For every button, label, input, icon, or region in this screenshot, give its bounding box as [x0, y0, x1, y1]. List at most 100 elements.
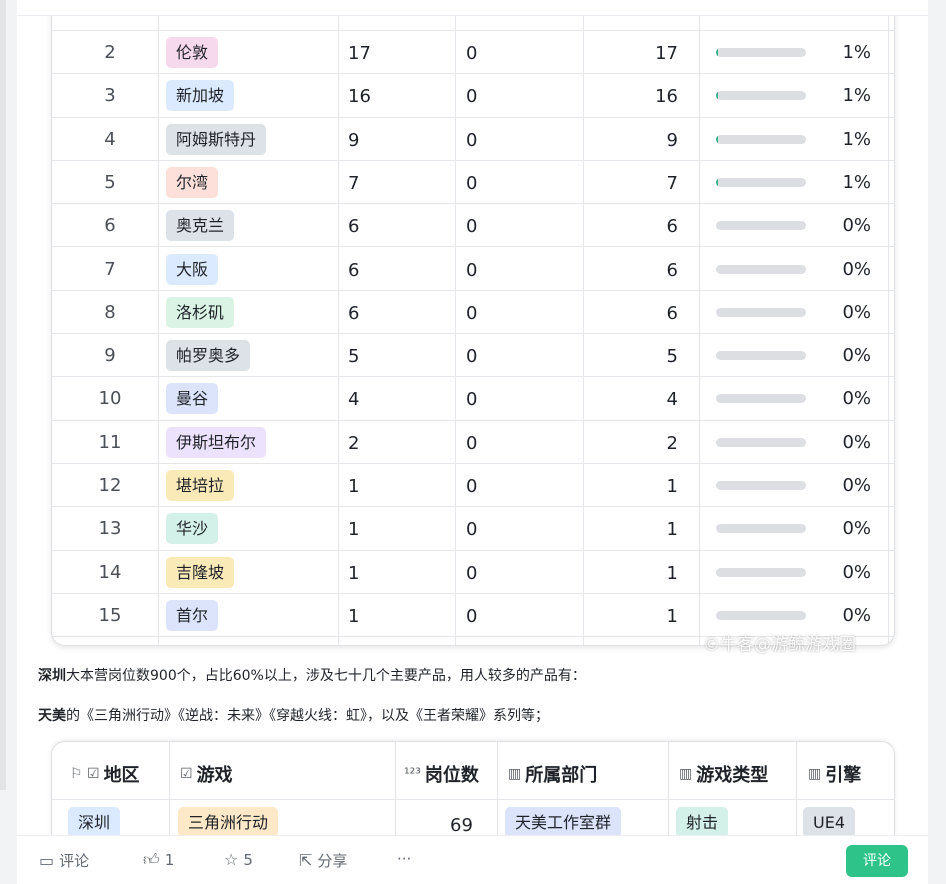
- progress-bar: [716, 134, 806, 144]
- progress-fill: [716, 48, 718, 57]
- percent-value: 0%: [842, 431, 871, 453]
- column-header-label: 岗位数: [424, 765, 479, 786]
- column-header-positions[interactable]: ¹²³ 岗位数: [404, 761, 479, 787]
- row-index: 2: [104, 42, 116, 63]
- game-tag: 三角洲行动: [178, 807, 279, 838]
- city-tag: 华沙: [166, 513, 219, 545]
- comment-link[interactable]: ▭ 评论: [39, 850, 89, 871]
- table-row[interactable]: 13 华沙 1 0 1 0%: [52, 507, 894, 551]
- city-jobs-table: 2 伦敦 17 0 17 1% 3 新加坡 16 0 16 1% 4 阿姆斯特丹 9 0 9 1% 5 尔湾 7 0 7 1%…: [51, 0, 895, 646]
- zero-value: 0: [466, 476, 478, 497]
- share-label: 分享: [317, 852, 348, 870]
- paragraph-tianmei: 天美的《三角洲行动》《逆战：未来》《穿越火线：虹》，以及《王者荣耀》系列等；: [38, 705, 549, 725]
- engine-tag: UE4: [803, 807, 855, 838]
- progress-bar: [716, 351, 806, 361]
- chart-icon: ▥: [508, 766, 522, 782]
- city-tag: 洛杉矶: [166, 296, 235, 328]
- count-value: 6: [666, 259, 678, 281]
- checkbox-icon: ☑: [180, 766, 193, 782]
- progress-bar: [716, 610, 806, 620]
- progress-fill: [716, 91, 718, 101]
- zero-value: 0: [466, 216, 478, 238]
- favorite-button[interactable]: ☆ 5: [224, 850, 253, 869]
- table-row[interactable]: 2 伦敦 17 0 17 1%: [52, 31, 894, 75]
- table-row[interactable]: 6 奥克兰 6 0 6 0%: [52, 204, 894, 248]
- total-value: 1: [348, 605, 360, 627]
- city-tag: 新加坡: [166, 80, 235, 112]
- column-header-label: 所属部门: [525, 765, 598, 786]
- percent-value: 0%: [842, 215, 871, 237]
- paragraph-bold: 深圳: [38, 668, 66, 684]
- count-value: 7: [666, 172, 678, 194]
- progress-bar: [716, 177, 806, 187]
- table-row[interactable]: 3 新加坡 16 0 16 1%: [52, 74, 894, 118]
- table-row[interactable]: 4 阿姆斯特丹 9 0 9 1%: [52, 118, 894, 161]
- comment-button[interactable]: 评论: [846, 845, 908, 877]
- zero-value: 0: [466, 86, 478, 108]
- total-value: 6: [348, 259, 360, 281]
- share-button[interactable]: ⇱ 分享: [299, 850, 347, 871]
- percent-value: 0%: [842, 475, 871, 496]
- count-value: 1: [666, 562, 678, 584]
- row-index: 8: [104, 301, 116, 323]
- article-page: 2 伦敦 17 0 17 1% 3 新加坡 16 0 16 1% 4 阿姆斯特丹 9 0 9 1% 5 尔湾 7 0 7 1%…: [17, 0, 928, 884]
- column-divider: [796, 742, 797, 840]
- count-value: 9: [666, 129, 678, 151]
- column-header-game[interactable]: ☑ 游戏: [180, 761, 233, 787]
- table-row[interactable]: 7 大阪 6 0 6 0%: [52, 248, 894, 291]
- region-tag: 深圳: [68, 807, 121, 838]
- column-divider: [395, 742, 396, 840]
- column-header-genre[interactable]: ▥ 游戏类型: [679, 761, 768, 787]
- column-header-region[interactable]: ⚐ ☑ 地区: [70, 761, 140, 787]
- row-index: 11: [98, 431, 122, 453]
- watermark: ©牛客@游鲸游戏圈: [703, 635, 856, 655]
- progress-bar: [716, 91, 806, 101]
- number-icon: ¹²³: [404, 766, 421, 782]
- paragraph-text: 大本营岗位数900个，占比60%以上，涉及七十几个主要产品，用人较多的产品有：: [66, 668, 586, 684]
- table-row[interactable]: 10 曼谷 4 0 4 0%: [52, 377, 894, 421]
- progress-bar: [716, 567, 806, 577]
- count-value: 4: [666, 389, 678, 411]
- more-button[interactable]: ···: [397, 850, 411, 868]
- comment-icon: ▭: [39, 851, 55, 870]
- more-icon: ···: [397, 850, 412, 868]
- progress-bar: [716, 394, 806, 404]
- zero-value: 0: [466, 562, 478, 584]
- total-value: 16: [348, 86, 371, 108]
- column-divider: [497, 742, 498, 840]
- paragraph-shenzhen: 深圳大本营岗位数900个，占比60%以上，涉及七十几个主要产品，用人较多的产品有…: [38, 665, 586, 685]
- table-row[interactable]: 12 堪培拉 1 0 1 0%: [52, 464, 894, 508]
- city-tag: 大阪: [166, 253, 219, 285]
- progress-bar: [716, 221, 806, 231]
- row-index: 6: [104, 215, 116, 237]
- table-row[interactable]: 5 尔湾 7 0 7 1%: [52, 161, 894, 205]
- total-value: 4: [348, 389, 360, 411]
- chart-icon: ▥: [808, 766, 822, 782]
- count-value: 16: [655, 86, 678, 108]
- count-value: 5: [666, 346, 678, 368]
- count-value: 1: [666, 476, 678, 497]
- percent-value: 0%: [842, 258, 871, 280]
- table-row[interactable]: 14 吉隆坡 1 0 1 0%: [52, 551, 894, 594]
- department-tag: 天美工作室群: [505, 807, 622, 838]
- percent-value: 0%: [842, 301, 871, 323]
- like-count: 1: [164, 851, 175, 869]
- zero-value: 0: [466, 43, 478, 64]
- count-value: 6: [666, 302, 678, 324]
- zero-value: 0: [466, 605, 478, 627]
- row-index: 9: [104, 345, 116, 367]
- city-tag: 伊斯坦布尔: [166, 426, 267, 458]
- table-row[interactable]: 11 伊斯坦布尔 2 0 2 0%: [52, 421, 894, 464]
- column-header-department[interactable]: ▥ 所属部门: [508, 761, 597, 787]
- thumbs-up-icon: 👍︎: [143, 850, 160, 869]
- total-value: 7: [348, 172, 360, 194]
- percent-value: 0%: [842, 518, 871, 540]
- table-row[interactable]: 8 洛杉矶 6 0 6 0%: [52, 291, 894, 335]
- column-header-engine[interactable]: ▥ 引擎: [808, 761, 861, 787]
- percent-value: 1%: [842, 42, 871, 63]
- table-row[interactable]: 9 帕罗奥多 5 0 5 0%: [52, 334, 894, 378]
- total-value: 5: [348, 346, 360, 368]
- progress-bar: [716, 524, 806, 534]
- like-button[interactable]: 👍︎ 1: [143, 850, 174, 870]
- row-index: 3: [104, 85, 116, 107]
